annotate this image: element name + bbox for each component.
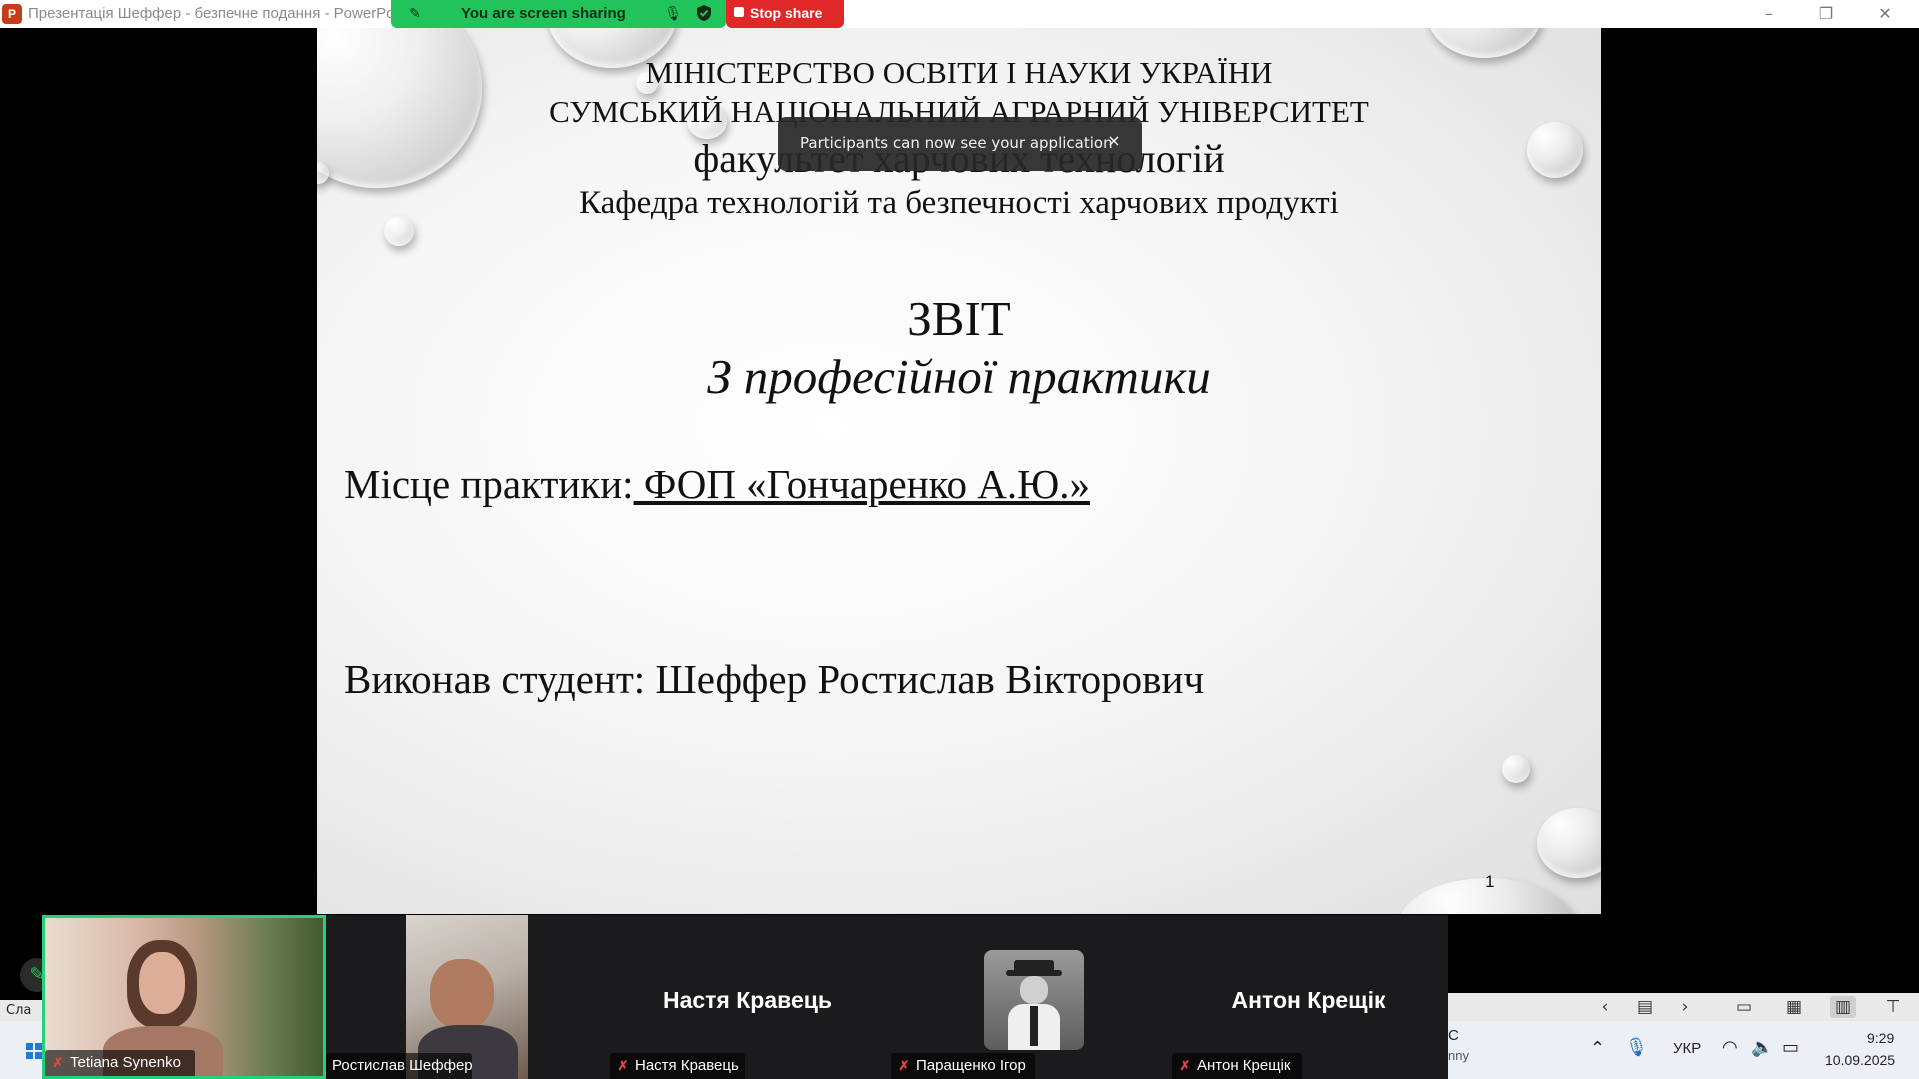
participant-name: Настя Кравець (635, 1057, 739, 1074)
water-drop-decoration (1537, 808, 1601, 878)
participant-name: Антон Крещік (1197, 1057, 1291, 1074)
participant-nameplate: Ростислав Шеффер (326, 1053, 473, 1079)
participant-tile[interactable]: ✗ Паращенко Ігор (888, 915, 1169, 1079)
presenter-view-icon[interactable]: ⊤ (1880, 996, 1906, 1018)
participant-name: Ростислав Шеффер (332, 1057, 473, 1074)
weather-temperature[interactable]: С (1448, 1027, 1459, 1044)
slide-page-number: 1 (1485, 872, 1495, 891)
stop-icon (734, 7, 744, 17)
minimize-button[interactable]: – (1746, 0, 1792, 28)
slide-subheading: З професійної практики (707, 349, 1211, 404)
clock-date[interactable]: 10.09.2025 (1825, 1052, 1895, 1068)
participant-gallery: ✗ Tetiana Synenko Ростислав Шеффер Настя… (42, 915, 1448, 1079)
toast-message: Participants can now see your applicatio… (800, 134, 1113, 152)
grid-view-icon[interactable]: ▦ (1781, 996, 1807, 1018)
practice-place-value: ФОП «Гончаренко А.Ю.» (633, 461, 1091, 507)
participant-nameplate: ✗ Паращенко Ігор (891, 1053, 1035, 1079)
language-indicator[interactable]: УКР (1673, 1040, 1701, 1057)
stop-share-label: Stop share (750, 5, 823, 21)
participant-nameplate: ✗ Настя Кравець (610, 1053, 745, 1079)
sharing-notification-toast: Participants can now see your applicatio… (778, 117, 1142, 171)
slide-department-line: Кафедра технологій та безпечності харчов… (579, 185, 1339, 221)
participant-nameplate: ✗ Антон Крещік (1172, 1053, 1302, 1079)
water-drop-decoration (1502, 755, 1530, 783)
window-titlebar: P Презентація Шеффер - безпечне подання … (0, 0, 1919, 28)
powerpoint-status-bar: ‹ ▤ › ▭ ▦ ▥ ⊤ (1448, 993, 1919, 1021)
slide-panel-tab[interactable]: Сла (0, 1000, 42, 1022)
mic-muted-icon[interactable]: 🎙 (663, 4, 683, 24)
practice-place-label: Місце практики: (344, 461, 634, 507)
weather-description[interactable]: nny (1448, 1048, 1469, 1063)
mic-muted-icon: ✗ (1179, 1058, 1191, 1073)
shield-icon[interactable] (694, 4, 714, 24)
avatar (984, 950, 1084, 1050)
participant-nameplate: ✗ Tetiana Synenko (45, 1050, 195, 1076)
participant-tile[interactable]: Ростислав Шеффер (326, 915, 607, 1079)
participant-tile[interactable]: Антон Крещік ✗ Антон Крещік (1169, 915, 1448, 1079)
stop-share-button[interactable]: Stop share (726, 0, 844, 28)
participant-tile[interactable]: ✗ Tetiana Synenko (42, 915, 326, 1079)
participant-name: Tetiana Synenko (70, 1054, 181, 1071)
windows-start-icon[interactable] (26, 1043, 42, 1059)
mic-muted-icon: ✗ (617, 1058, 629, 1073)
chevron-right-icon[interactable]: › (1672, 996, 1698, 1018)
participant-tile[interactable]: Настя Кравець ✗ Настя Кравець (607, 915, 888, 1079)
mic-muted-icon: ✗ (52, 1055, 64, 1070)
slide-sorter-icon[interactable]: ▤ (1632, 996, 1658, 1018)
screen-sharing-bar: ✎ You are screen sharing 🎙 (391, 0, 726, 28)
slide-heading: ЗВІТ (907, 291, 1011, 346)
chevron-up-icon[interactable]: ⌃ (1590, 1038, 1605, 1059)
battery-icon[interactable]: ▭ (1782, 1037, 1799, 1058)
restore-button[interactable]: ❐ (1803, 0, 1849, 28)
toast-close-button[interactable]: × (1104, 131, 1124, 151)
powerpoint-icon: P (2, 4, 22, 24)
pencil-icon[interactable]: ✎ (405, 4, 425, 24)
participant-name: Паращенко Ігор (916, 1057, 1026, 1074)
clock-time[interactable]: 9:29 (1867, 1030, 1894, 1046)
chevron-left-icon[interactable]: ‹ (1592, 996, 1618, 1018)
participant-display-name: Антон Крещік (1231, 987, 1386, 1013)
reading-view-icon[interactable]: ▥ (1830, 996, 1856, 1018)
slide-practice-place: Місце практики: ФОП «Гончаренко А.Ю.» (344, 460, 1090, 508)
volume-icon[interactable]: 🔈 (1751, 1037, 1773, 1058)
microphone-icon[interactable]: 🎙 (1625, 1037, 1648, 1058)
participant-video-face (430, 959, 494, 1029)
slide-student-line: Виконав студент: Шеффер Ростислав Віктор… (344, 656, 1205, 702)
mic-muted-icon: ✗ (898, 1058, 910, 1073)
water-drop-decoration (1427, 28, 1542, 58)
participant-video-face (139, 952, 185, 1014)
close-button[interactable]: ✕ (1862, 0, 1908, 28)
slide-ministry-line: МІНІСТЕРСТВО ОСВІТИ І НАУКИ УКРАЇНИ (645, 55, 1273, 90)
normal-view-icon[interactable]: ▭ (1731, 996, 1757, 1018)
screen-sharing-label: You are screen sharing (461, 5, 626, 22)
window-title: Презентація Шеффер - безпечне подання - … (28, 5, 395, 22)
participant-display-name: Настя Кравець (662, 987, 833, 1013)
wifi-icon[interactable]: ◠ (1722, 1037, 1738, 1058)
